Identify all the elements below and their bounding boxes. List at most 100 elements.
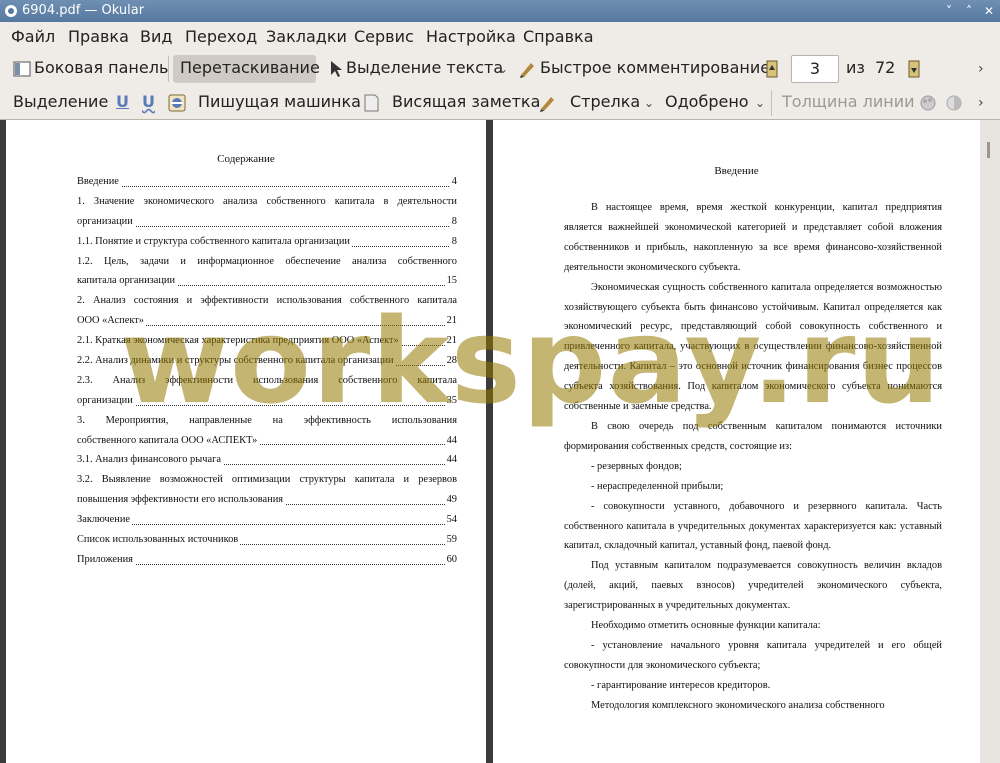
- toc-entry[interactable]: организации 8: [77, 211, 457, 232]
- toc-entry[interactable]: 1.1. Понятие и структура собственного ка…: [77, 231, 457, 252]
- toolbar-overflow-icon[interactable]: ›: [978, 95, 984, 111]
- intro-paragraph: - совокупности уставного, добавочного и …: [564, 500, 942, 552]
- toc-entry[interactable]: собственного капитала ООО «АСПЕКТ» 44: [77, 430, 457, 451]
- intro-paragraph: В настоящее время, время жесткой конкуре…: [564, 202, 942, 273]
- toolbar-overflow-icon[interactable]: ›: [978, 61, 984, 77]
- toc-entry-text: 3.1. Анализ финансового рычага: [77, 454, 223, 466]
- toolbar-separator: [168, 56, 169, 82]
- intro-paragraph: - гарантирование интересов кредиторов.: [591, 679, 771, 691]
- toc-entry[interactable]: Заключение 54: [77, 510, 457, 531]
- toc-entry[interactable]: капитала организации 15: [77, 271, 457, 292]
- toc-entry-text: 2.1. Краткая экономическая характеристик…: [77, 335, 401, 347]
- toc-entry-page: 44: [444, 430, 457, 451]
- vertical-scrollbar[interactable]: [980, 120, 1000, 763]
- cursor-arrow-icon: [331, 61, 342, 77]
- sidebar-button[interactable]: Боковая панель: [34, 58, 168, 77]
- intro-paragraph: Экономическая сущность собственного капи…: [564, 281, 942, 413]
- toc-entry-page: 49: [444, 490, 457, 511]
- toc-entry-text: Заключение: [77, 514, 132, 526]
- menu-settings[interactable]: Настройка: [426, 27, 516, 46]
- page-left: Содержание Введение 4 1. Значение экономич…: [6, 120, 486, 763]
- toc-entry-text: Список использованных источников: [77, 534, 241, 546]
- next-page-icon[interactable]: [908, 60, 920, 78]
- toc-entry[interactable]: 3.1. Анализ финансового рычага 44: [77, 450, 457, 471]
- toc-entry-text: 1.1. Понятие и структура собственного ка…: [77, 235, 352, 247]
- browse-tool-button[interactable]: Перетаскивание: [180, 58, 320, 77]
- menu-help[interactable]: Справка: [523, 27, 594, 46]
- quick-comment-button[interactable]: Быстрое комментирование: [540, 58, 770, 77]
- selection-button[interactable]: Выделение: [13, 92, 108, 111]
- underline-icon[interactable]: U: [116, 92, 129, 111]
- line-width-button[interactable]: Толщина линии: [782, 92, 915, 111]
- intro-body: В настоящее время, время жесткой конкуре…: [564, 198, 942, 716]
- toc-entry-first-line: 2.3. Анализ эффективности использования …: [77, 374, 457, 386]
- toc-entry-first-line: 1.2. Цель, задачи и информационное обесп…: [77, 255, 457, 267]
- toc-entry-text: 2.2. Анализ динамики и структуры собстве…: [77, 355, 396, 367]
- maximize-button[interactable]: ˄: [962, 4, 976, 18]
- sidebar-icon: [13, 61, 31, 77]
- toc-entry[interactable]: повышения эффективности его использовани…: [77, 490, 457, 511]
- chevron-down-icon[interactable]: ⌄: [498, 62, 508, 76]
- minimize-button[interactable]: ˅: [942, 4, 956, 18]
- toc-entry[interactable]: 2.2. Анализ динамики и структуры собстве…: [77, 351, 457, 371]
- toolbar-separator: [771, 90, 772, 116]
- toc-entry-text: организации: [77, 394, 135, 406]
- toc-entry-text: Приложения: [77, 553, 135, 565]
- toc-entry[interactable]: Приложения 60: [77, 549, 457, 570]
- toc-entry-page: 28: [444, 351, 457, 371]
- intro-paragraph: Под уставным капиталом подразумевается с…: [564, 560, 942, 612]
- intro-paragraph: Методология комплексного экономического …: [591, 699, 885, 711]
- menu-file[interactable]: Файл: [11, 27, 55, 46]
- toc-entry-first-line: 1. Значение экономического анализа собст…: [77, 195, 457, 207]
- previous-page-icon[interactable]: [766, 60, 778, 78]
- pen-comment-icon: [520, 63, 534, 78]
- toc-entry[interactable]: 2.1. Краткая экономическая характеристик…: [77, 331, 457, 352]
- intro-paragraph: - нераспределенной прибыли;: [591, 480, 724, 492]
- intro-paragraph: - установление начального уровня капитал…: [564, 639, 942, 671]
- toc-leader-dots: [77, 524, 457, 526]
- toc-entry-text: Введение: [77, 176, 121, 187]
- intro-title: Введение: [714, 165, 759, 177]
- toc-entry-page: 60: [444, 549, 457, 570]
- page-right: Введение В настоящее время, время жестко…: [493, 120, 980, 763]
- page-number-input[interactable]: 3: [791, 55, 839, 83]
- intro-paragraph: В свою очередь под собственным капиталом…: [564, 420, 942, 452]
- stamp-approved-button[interactable]: Одобрено: [665, 92, 749, 111]
- squiggle-icon[interactable]: U: [142, 92, 155, 111]
- menu-tools[interactable]: Сервис: [354, 27, 414, 46]
- menu-view[interactable]: Вид: [140, 27, 172, 46]
- toc-entry[interactable]: ООО «Аспект» 21: [77, 311, 457, 332]
- toc-entry-text: организации: [77, 215, 135, 227]
- menu-go[interactable]: Переход: [185, 27, 257, 46]
- menu-edit[interactable]: Правка: [68, 27, 129, 46]
- toc-entry-first-line: 3. Мероприятия, направленные на эффектив…: [77, 414, 457, 426]
- sticky-note-button[interactable]: Висящая заметка: [392, 92, 540, 111]
- chevron-down-icon[interactable]: ⌄: [644, 96, 654, 110]
- page-total-label: 72: [875, 58, 896, 77]
- toc-entry-page: 8: [449, 211, 457, 232]
- toc-entry-page: 44: [444, 450, 457, 471]
- scrollbar-thumb[interactable]: [987, 142, 990, 158]
- chevron-down-icon[interactable]: ⌄: [755, 96, 765, 110]
- color-picker-icon[interactable]: [919, 94, 937, 112]
- toc-entry-page: 59: [444, 530, 457, 550]
- toc-entry-first-line: 2. Анализ состояния и эффективности испо…: [77, 295, 457, 307]
- toc-entry-page: 35: [444, 390, 457, 411]
- toc-entry-first-line: 3.2. Выявление возможностей оптимизации …: [77, 474, 457, 486]
- menu-bookmarks[interactable]: Закладки: [266, 27, 347, 46]
- intro-paragraph: Необходимо отметить основные функции кап…: [591, 620, 821, 632]
- toc-entry[interactable]: организации 35: [77, 390, 457, 411]
- text-select-button[interactable]: Выделение текста: [346, 58, 503, 77]
- toc-entry[interactable]: Список использованных источников 59: [77, 530, 457, 550]
- sticky-note-icon: [364, 94, 379, 112]
- annotation-toolbar: Выделение U U Пишущая машинка Висящая за…: [0, 86, 1000, 120]
- title-bar: 6904.pdf — Okular ˅ ˄ ✕: [0, 0, 1000, 22]
- strikeout-icon[interactable]: [168, 94, 186, 112]
- opacity-icon[interactable]: [945, 94, 963, 112]
- toc-entry-page: 21: [444, 311, 457, 332]
- arrow-button[interactable]: Стрелка: [570, 92, 640, 111]
- close-button[interactable]: ✕: [982, 4, 996, 18]
- toc-entry[interactable]: Введение 4: [77, 172, 457, 192]
- document-view[interactable]: Содержание Введение 4 1. Значение экономич…: [0, 120, 1000, 763]
- typewriter-button[interactable]: Пишущая машинка: [198, 92, 361, 111]
